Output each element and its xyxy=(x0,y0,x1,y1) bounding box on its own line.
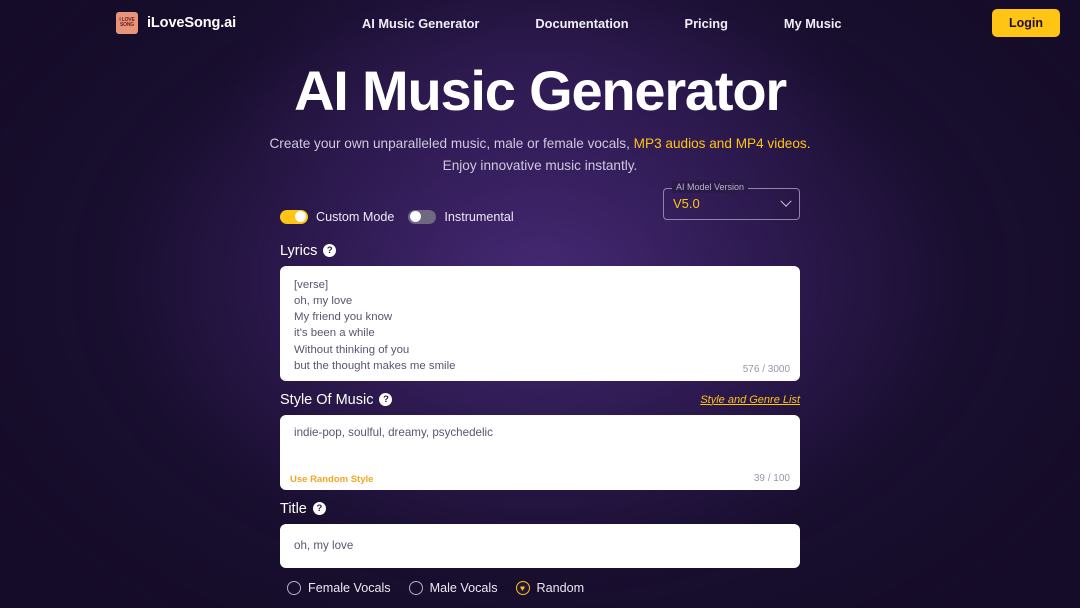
mode-toggles: Custom Mode Instrumental xyxy=(280,209,514,224)
form-options-row: Custom Mode Instrumental V5.0 AI Model V… xyxy=(280,180,800,232)
ilovesong-logo-icon: I LOVE SONG xyxy=(116,12,138,34)
style-and-genre-list-link[interactable]: Style and Genre List xyxy=(700,394,800,406)
brand-logo[interactable]: I LOVE SONG iLoveSong.ai xyxy=(116,12,236,34)
lyrics-line: but the thought makes me smile xyxy=(294,359,456,372)
title-label-row: Title ? xyxy=(280,501,800,517)
radio-label-female-vocals: Female Vocals xyxy=(308,580,391,595)
help-icon[interactable]: ? xyxy=(323,244,337,258)
nav-item-pricing[interactable]: Pricing xyxy=(685,16,728,31)
radio-male-vocals[interactable]: Male Vocals xyxy=(408,580,498,595)
help-icon[interactable]: ? xyxy=(312,502,326,516)
nav-item-my-music[interactable]: My Music xyxy=(784,16,842,31)
login-button[interactable]: Login xyxy=(991,9,1060,37)
lyrics-input[interactable]: [verse] oh, my love My friend you know i… xyxy=(280,265,800,381)
generator-form: Custom Mode Instrumental V5.0 AI Model V… xyxy=(280,177,800,608)
hero-section: AI Music Generator Create your own unpar… xyxy=(0,46,1080,177)
style-label-row: Style Of Music ? Style and Genre List xyxy=(280,392,800,408)
use-random-style-link[interactable]: Use Random Style xyxy=(290,474,373,485)
nav-item-documentation[interactable]: Documentation xyxy=(535,16,628,31)
lyrics-character-counter: 576 / 3000 xyxy=(742,363,790,375)
site-header: I LOVE SONG iLoveSong.ai AI Music Genera… xyxy=(0,0,1080,46)
radio-random[interactable]: ♥ Random xyxy=(515,580,585,595)
hero-subtitle-text: Create your own unparalleled music, male… xyxy=(269,135,634,151)
chevron-down-icon xyxy=(780,195,792,207)
title-input-value: oh, my love xyxy=(294,539,354,553)
style-of-music-label: Style Of Music xyxy=(280,391,374,408)
ai-model-version-select[interactable]: V5.0 AI Model Version xyxy=(663,180,800,220)
title-label: Title xyxy=(280,500,307,517)
toggle-knob-icon xyxy=(410,211,422,223)
vocals-radio-group: Female Vocals Male Vocals ♥ Random xyxy=(280,580,800,595)
lyrics-line: [verse] xyxy=(294,278,329,291)
logo-line-2: SONG xyxy=(120,22,134,28)
heart-icon: ♥ xyxy=(515,580,530,595)
lyrics-line: it's been a while xyxy=(294,327,375,340)
radio-label-male-vocals: Male Vocals xyxy=(429,580,498,595)
radio-circle-icon xyxy=(287,580,301,595)
style-character-counter: 39 / 100 xyxy=(753,472,790,484)
page-title: AI Music Generator xyxy=(294,59,787,122)
radio-circle-icon xyxy=(408,580,423,595)
lyrics-line: Without thinking of you xyxy=(294,343,410,356)
custom-mode-toggle[interactable] xyxy=(280,209,308,224)
custom-mode-toggle-group: Custom Mode xyxy=(280,209,395,224)
lyrics-line: oh, my love xyxy=(294,294,353,307)
hero-subtitle-line2: Enjoy innovative music instantly. xyxy=(442,157,638,173)
instrumental-label: Instrumental xyxy=(444,209,514,224)
style-label-group: Style Of Music ? xyxy=(280,391,393,408)
hero-subtitle: Create your own unparalleled music, male… xyxy=(0,133,1080,177)
help-icon[interactable]: ? xyxy=(379,393,393,407)
custom-mode-label: Custom Mode xyxy=(316,209,395,224)
radio-label-random: Random xyxy=(536,580,585,595)
hero-subtitle-highlight: MP3 audios and MP4 videos. xyxy=(633,135,811,151)
toggle-knob-icon xyxy=(295,211,306,223)
radio-female-vocals[interactable]: Female Vocals xyxy=(287,580,391,595)
model-select-value: V5.0 xyxy=(673,196,700,212)
model-select-legend: AI Model Version xyxy=(672,180,749,193)
lyrics-label: Lyrics xyxy=(280,242,318,259)
lyrics-line: My friend you know xyxy=(294,311,393,324)
lyrics-label-row: Lyrics ? xyxy=(280,243,800,259)
style-of-music-input[interactable]: indie-pop, soulful, dreamy, psychedelic … xyxy=(280,414,800,490)
nav-item-ai-music-generator[interactable]: AI Music Generator xyxy=(362,16,479,31)
style-input-value: indie-pop, soulful, dreamy, psychedelic xyxy=(294,425,493,439)
title-input[interactable]: oh, my love xyxy=(280,523,800,568)
brand-name: iLoveSong.ai xyxy=(147,15,237,31)
instrumental-toggle[interactable] xyxy=(408,209,437,224)
main-nav: AI Music Generator Documentation Pricing… xyxy=(362,16,841,31)
instrumental-toggle-group: Instrumental xyxy=(408,209,514,224)
